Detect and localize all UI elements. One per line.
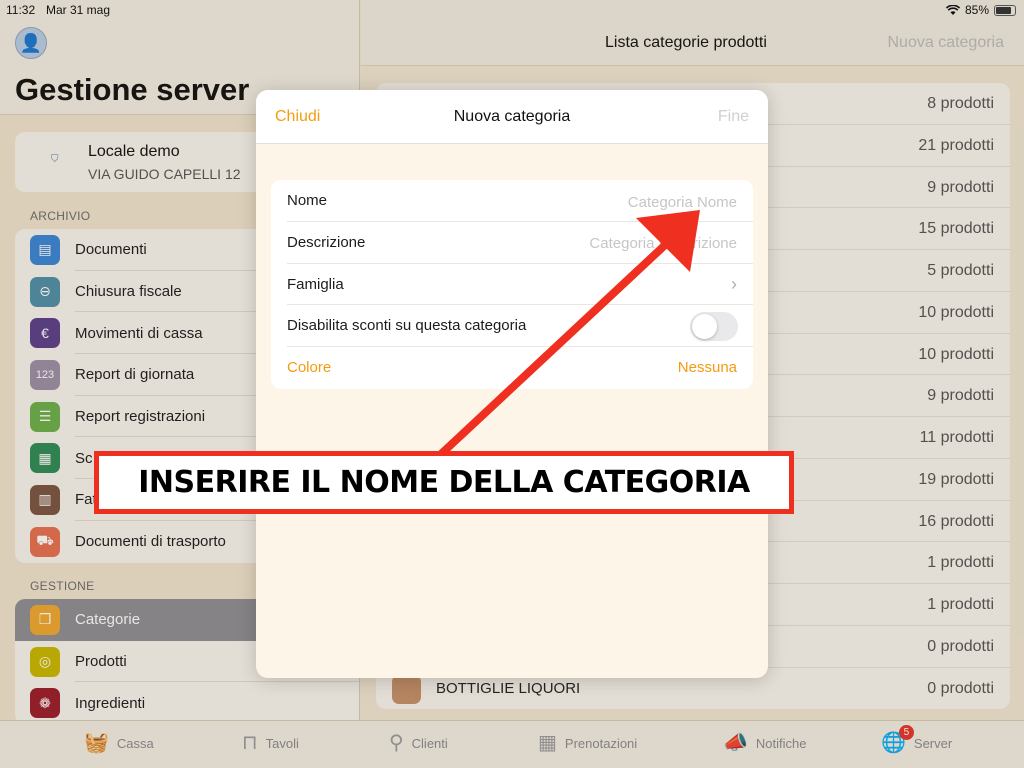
sidebar-item-label: Chiusura fiscale	[75, 283, 182, 301]
family-row[interactable]: Famiglia ›	[271, 264, 753, 306]
section-header-gestione: GESTIONE	[30, 579, 95, 593]
person-icon: ⚲	[389, 732, 404, 754]
product-count: 9 prodotti	[927, 178, 994, 196]
category-form: Nome Descrizione Famiglia › Disabilita s…	[271, 180, 753, 389]
product-count: 8 prodotti	[927, 95, 994, 112]
name-field[interactable]	[477, 192, 737, 212]
new-category-modal: Chiudi Nuova categoria Fine Nome Descriz…	[256, 90, 768, 678]
color-row[interactable]: Colore Nessuna	[271, 347, 753, 389]
sidebar-title: Gestione server	[15, 72, 250, 107]
tab-clienti[interactable]: ⚲ Clienti	[389, 733, 448, 753]
product-count: 0 prodotti	[927, 637, 994, 655]
table-icon: ⊓	[242, 732, 258, 754]
sidebar-item-label: Prodotti	[75, 653, 127, 671]
tab-label: Notifiche	[755, 735, 807, 751]
list-icon: ☰	[30, 401, 60, 432]
disable-discounts-label: Disabilita sconti su questa categoria	[287, 317, 527, 335]
tab-bar: 🧺 Cassa ⊓ Tavoli ⚲ Clienti ▦ Prenotazioni 📣 N…	[0, 720, 1024, 768]
product-count: 16 prodotti	[918, 512, 994, 530]
tab-server[interactable]: 🌐 5 Server	[881, 725, 953, 753]
venue-name: Locale demo	[88, 143, 180, 160]
categories-icon: ❒	[30, 604, 60, 635]
color-label: Colore	[287, 359, 332, 377]
sidebar-item-label: Documenti	[75, 241, 147, 259]
document-icon: ▥	[30, 484, 60, 515]
product-count: 10 prodotti	[918, 303, 994, 321]
status-right: 85%	[945, 3, 1016, 17]
globe-icon: 🌐 5	[881, 725, 914, 753]
product-count: 9 prodotti	[927, 387, 994, 405]
family-label: Famiglia	[287, 275, 344, 293]
euro-icon: €	[30, 318, 60, 349]
tab-label: Tavoli	[265, 735, 299, 751]
name-row: Nome	[271, 180, 753, 222]
product-icon: ◎	[30, 646, 60, 677]
chevron-right-icon: ›	[731, 273, 737, 294]
disable-discounts-toggle[interactable]	[690, 312, 738, 342]
category-color-swatch	[392, 674, 421, 704]
tab-label: Prenotazioni	[564, 735, 638, 751]
tab-cassa[interactable]: 🧺 Cassa	[84, 733, 154, 753]
tab-tavoli[interactable]: ⊓ Tavoli	[242, 733, 299, 753]
basket-icon: 🧺	[84, 732, 109, 754]
sidebar-item-label: Ingredienti	[75, 694, 146, 712]
folder-icon: ▤	[30, 234, 60, 265]
notification-badge: 5	[898, 725, 914, 740]
status-time: 11:32	[6, 3, 36, 17]
annotation-banner: INSERIRE IL NOME DELLA CATEGORIA	[94, 451, 794, 514]
product-count: 5 prodotti	[927, 262, 994, 279]
truck-icon: ⛟	[30, 526, 60, 557]
sidebar-item-ingredienti[interactable]: ❁ Ingredienti	[15, 682, 359, 720]
disable-discounts-row: Disabilita sconti su questa categoria	[271, 305, 753, 348]
description-field[interactable]	[477, 233, 737, 254]
venue-address: VIA GUIDO CAPELLI 12	[88, 166, 241, 182]
modal-navbar: Chiudi Nuova categoria Fine	[256, 90, 768, 144]
tab-label: Cassa	[116, 735, 154, 751]
product-count: 19 prodotti	[918, 470, 994, 488]
status-date: Mar 31 mag	[46, 3, 111, 17]
sidebar-item-label: Categorie	[75, 611, 141, 629]
status-bar: 11:32 Mar 31 mag 85%	[0, 0, 1024, 20]
battery-icon	[994, 4, 1016, 16]
name-label: Nome	[287, 192, 328, 209]
wifi-icon	[945, 4, 960, 15]
product-count: 0 prodotti	[927, 679, 994, 697]
section-header-archivio: ARCHIVIO	[30, 209, 91, 223]
annotation-text: INSERIRE IL NOME DELLA CATEGORIA	[138, 465, 750, 500]
product-count: 15 prodotti	[918, 220, 994, 238]
tab-label: Server	[913, 735, 953, 751]
product-count: 1 prodotti	[927, 554, 994, 572]
megaphone-icon: 📣	[723, 732, 748, 754]
description-label: Descrizione	[287, 233, 366, 251]
location-pin-icon: ⛉	[51, 154, 59, 165]
numbers-icon: 123	[30, 359, 60, 390]
category-name: BOTTIGLIE LIQUORI	[436, 679, 581, 697]
register-icon: ▦	[30, 443, 60, 474]
ingredients-icon: ❁	[30, 688, 60, 719]
tab-notifiche[interactable]: 📣 Notifiche	[723, 733, 806, 753]
sidebar-item-label: Report registrazioni	[75, 408, 206, 426]
minus-circle-icon: ⊖	[30, 276, 60, 307]
product-count: 21 prodotti	[918, 136, 994, 154]
calendar-icon: ▦	[538, 732, 557, 754]
description-row: Descrizione	[271, 222, 753, 264]
sidebar-item-label: Documenti di trasporto	[75, 533, 226, 551]
page-title: Lista categorie prodotti	[605, 34, 767, 51]
product-count: 10 prodotti	[918, 345, 994, 363]
sidebar-item-label: Report di giornata	[75, 366, 195, 384]
product-count: 11 prodotti	[919, 429, 994, 446]
sidebar-item-label: Sc	[75, 449, 93, 467]
new-category-button[interactable]: Nuova categoria	[887, 34, 1004, 52]
tab-label: Clienti	[411, 735, 448, 751]
avatar[interactable]: 👤	[15, 27, 47, 59]
modal-title: Nuova categoria	[453, 108, 571, 125]
tab-prenotazioni[interactable]: ▦ Prenotazioni	[538, 733, 637, 753]
product-count: 1 prodotti	[927, 596, 994, 613]
sidebar-item-label: Movimenti di cassa	[75, 324, 203, 342]
battery-percent: 85%	[964, 3, 989, 17]
done-button[interactable]: Fine	[718, 108, 749, 126]
color-value: Nessuna	[677, 359, 737, 377]
